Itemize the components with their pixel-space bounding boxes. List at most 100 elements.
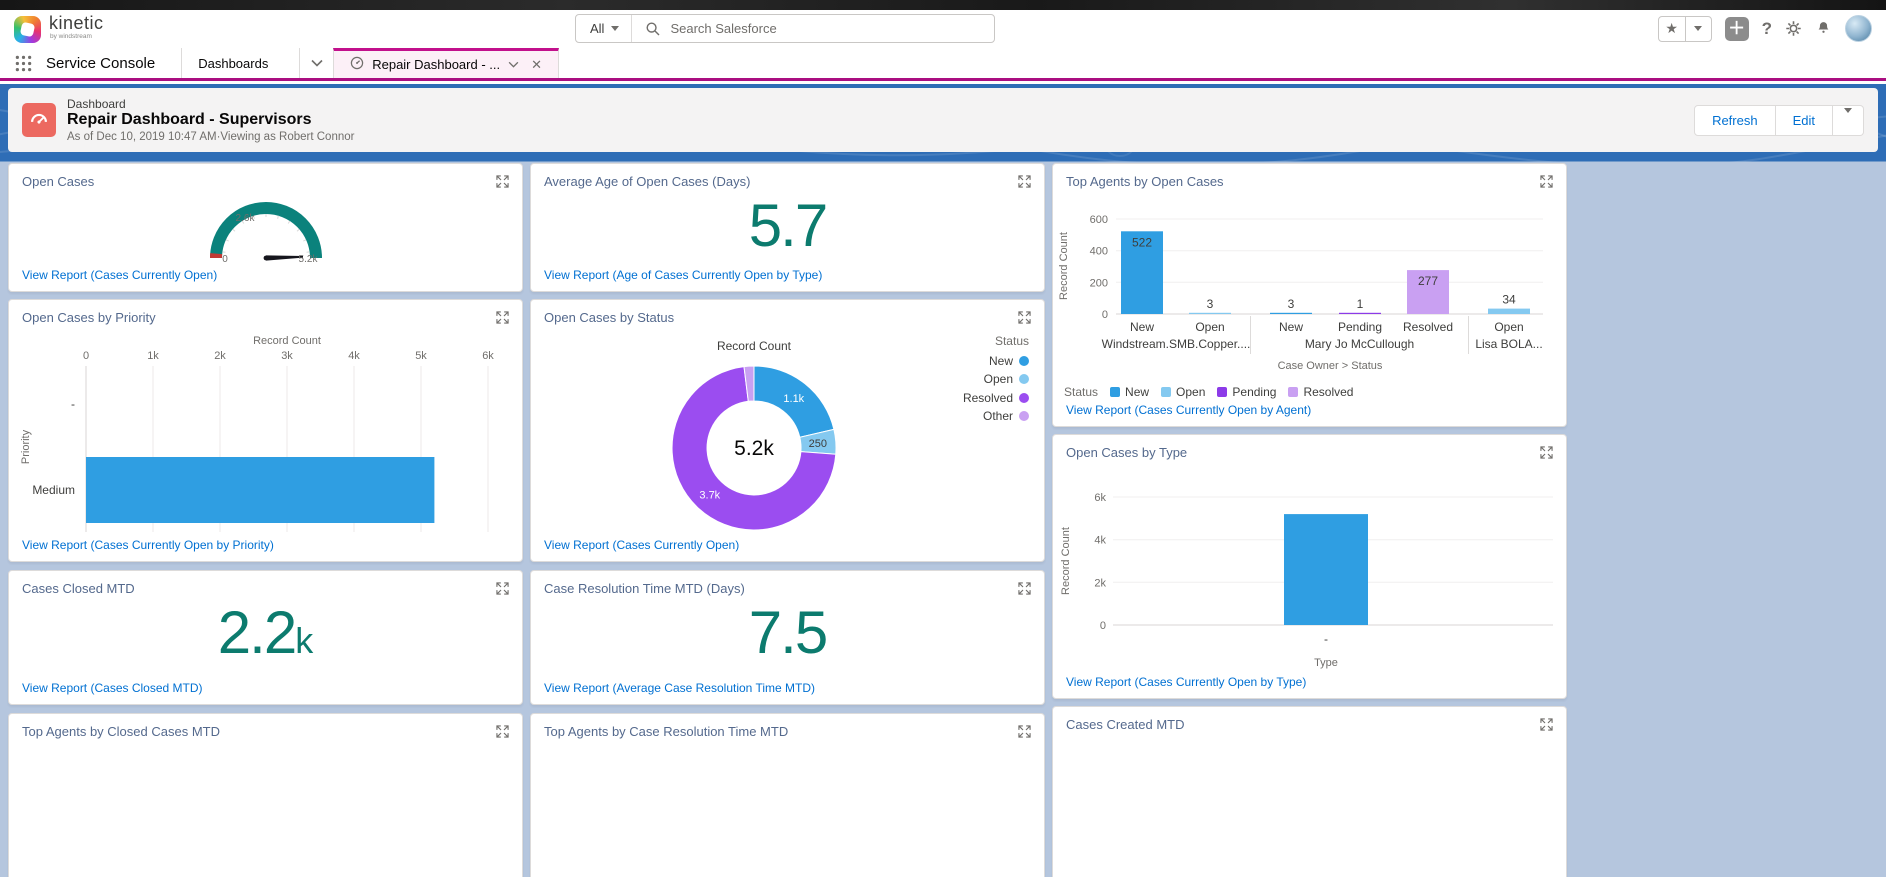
view-report-link[interactable]: View Report (Age of Cases Currently Open… [544,268,822,282]
view-report-link[interactable]: View Report (Cases Closed MTD) [22,681,203,695]
app-launcher-icon[interactable] [0,48,46,78]
screen: kinetic by windstream All ★ ＋ ? [0,0,1886,877]
widget-title: Top Agents by Closed Cases MTD [22,724,220,739]
metric-value: 5.7 [748,192,828,259]
tab-dashboards[interactable]: Dashboards [181,48,299,78]
view-report-link[interactable]: View Report (Cases Currently Open by Age… [1066,403,1311,417]
svg-text:Medium: Medium [32,483,75,497]
dashboard-header: Dashboard Repair Dashboard - Supervisors… [8,88,1878,152]
search-input[interactable] [670,21,994,36]
brand-name: kinetic [49,13,104,33]
expand-icon[interactable] [494,309,511,329]
legend-item: Open [1161,385,1205,399]
favorites-caret-button[interactable] [1684,16,1711,41]
chart-legend: Status New Open Pending Resolved [1064,385,1354,399]
expand-icon[interactable] [1016,173,1033,193]
expand-icon[interactable] [1538,716,1555,736]
dashboard-icon [22,103,56,137]
card-cases-created-mtd: Cases Created MTD [1052,706,1567,877]
view-report-link[interactable]: View Report (Average Case Resolution Tim… [544,681,815,695]
svg-text:New: New [1130,320,1154,334]
card-case-resolution-time-mtd: Case Resolution Time MTD (Days) 7.5 View… [530,570,1045,705]
expand-icon[interactable] [1538,173,1555,193]
app-name[interactable]: Service Console [46,48,181,78]
svg-text:2k: 2k [1094,577,1106,589]
legend-item: Open [984,372,1029,386]
svg-text:400: 400 [1090,246,1108,258]
widget-title: Open Cases by Status [544,310,675,325]
widget-title: Top Agents by Case Resolution Time MTD [544,724,789,739]
expand-icon[interactable] [494,173,511,193]
widget-title: Open Cases by Type [1066,445,1188,460]
notifications-bell-icon[interactable] [1815,20,1832,37]
chevron-down-icon [1844,107,1852,128]
legend-item: New [1110,385,1149,399]
search-scope-button[interactable]: All [576,15,633,42]
svg-text:3: 3 [1207,297,1214,311]
more-actions-button[interactable] [1833,104,1864,136]
svg-text:0: 0 [1100,620,1106,632]
svg-text:Case Owner > Status: Case Owner > Status [1278,360,1383,372]
brand-tagline: by windstream [50,33,92,40]
chevron-down-icon[interactable] [508,61,519,68]
view-report-link[interactable]: View Report (Cases Currently Open by Typ… [1066,675,1306,689]
favorites-star-button[interactable]: ★ [1659,17,1685,41]
widget-title: Average Age of Open Cases (Days) [544,174,751,189]
kinetic-logo-icon [14,16,41,43]
view-report-link[interactable]: View Report (Cases Currently Open) [22,268,217,282]
header-actions: ★ ＋ ? [1657,15,1872,42]
tab-repair-dashboard[interactable]: Repair Dashboard - ... ✕ [333,48,560,78]
tab-repair-dashboard-label: Repair Dashboard - ... [372,57,501,72]
svg-text:3: 3 [1288,297,1295,311]
favorites-group: ★ [1657,15,1712,42]
widget-title: Cases Created MTD [1066,717,1185,732]
dashboards-tab-caret[interactable] [299,48,333,78]
widget-title: Top Agents by Open Cases [1066,174,1224,189]
user-avatar[interactable] [1845,15,1872,42]
chevron-down-icon [1694,26,1703,31]
expand-icon[interactable] [494,723,511,743]
expand-icon[interactable] [494,580,511,600]
svg-text:0: 0 [83,350,89,362]
view-report-link[interactable]: View Report (Cases Currently Open) [544,538,739,552]
refresh-button[interactable]: Refresh [1694,104,1776,136]
legend-item: Resolved [963,391,1029,405]
svg-text:Open: Open [1195,320,1224,334]
view-report-link[interactable]: View Report (Cases Currently Open by Pri… [22,538,274,552]
svg-text:34: 34 [1502,293,1516,307]
svg-text:Lisa BOLA...: Lisa BOLA... [1475,337,1542,351]
search-scope-label: All [590,21,605,36]
svg-text:Mary Jo McCullough: Mary Jo McCullough [1305,337,1414,351]
svg-text:Pending: Pending [1338,320,1382,334]
expand-icon[interactable] [1538,444,1555,464]
browser-chrome-strip [0,0,1886,10]
help-icon[interactable]: ? [1762,19,1772,39]
svg-text:6k: 6k [1094,492,1106,504]
setup-gear-icon[interactable] [1785,20,1802,37]
svg-text:1k: 1k [147,350,159,362]
svg-text:Record Count: Record Count [1060,527,1072,595]
metric-value: 2.2k [217,599,314,666]
expand-icon[interactable] [1016,309,1033,329]
svg-text:277: 277 [1418,274,1438,288]
svg-text:Type: Type [1314,657,1338,669]
priority-bar-chart: Record Count 0 1k 2k 3k 4k 5k 6k - Medium Priority [9,330,524,565]
card-top-agents-open-cases: Top Agents by Open Cases 0 200 400 600 522 Ne… [1052,163,1567,427]
page-title: Repair Dashboard - Supervisors [67,111,312,128]
svg-text:New: New [1279,320,1303,334]
svg-text:600: 600 [1090,214,1108,226]
svg-text:Resolved: Resolved [1403,320,1453,334]
edit-button[interactable]: Edit [1775,104,1833,136]
chevron-down-icon [611,26,620,31]
search-icon [646,21,660,36]
svg-text:Record Count: Record Count [717,339,792,353]
card-open-cases: Open Cases 2.6k 0 5.2k View Report (Cases … [8,163,523,292]
expand-icon[interactable] [1016,723,1033,743]
expand-icon[interactable] [1016,580,1033,600]
close-tab-icon[interactable]: ✕ [531,57,542,73]
card-open-cases-by-priority: Open Cases by Priority Record Count 0 1k 2k… [8,299,523,562]
svg-text:200: 200 [1090,277,1108,289]
card-open-cases-by-status: Open Cases by Status Record Count 1.1k 250… [530,299,1045,562]
add-button[interactable]: ＋ [1724,16,1749,41]
card-average-age-open-cases: Average Age of Open Cases (Days) 5.7 Vie… [530,163,1045,292]
